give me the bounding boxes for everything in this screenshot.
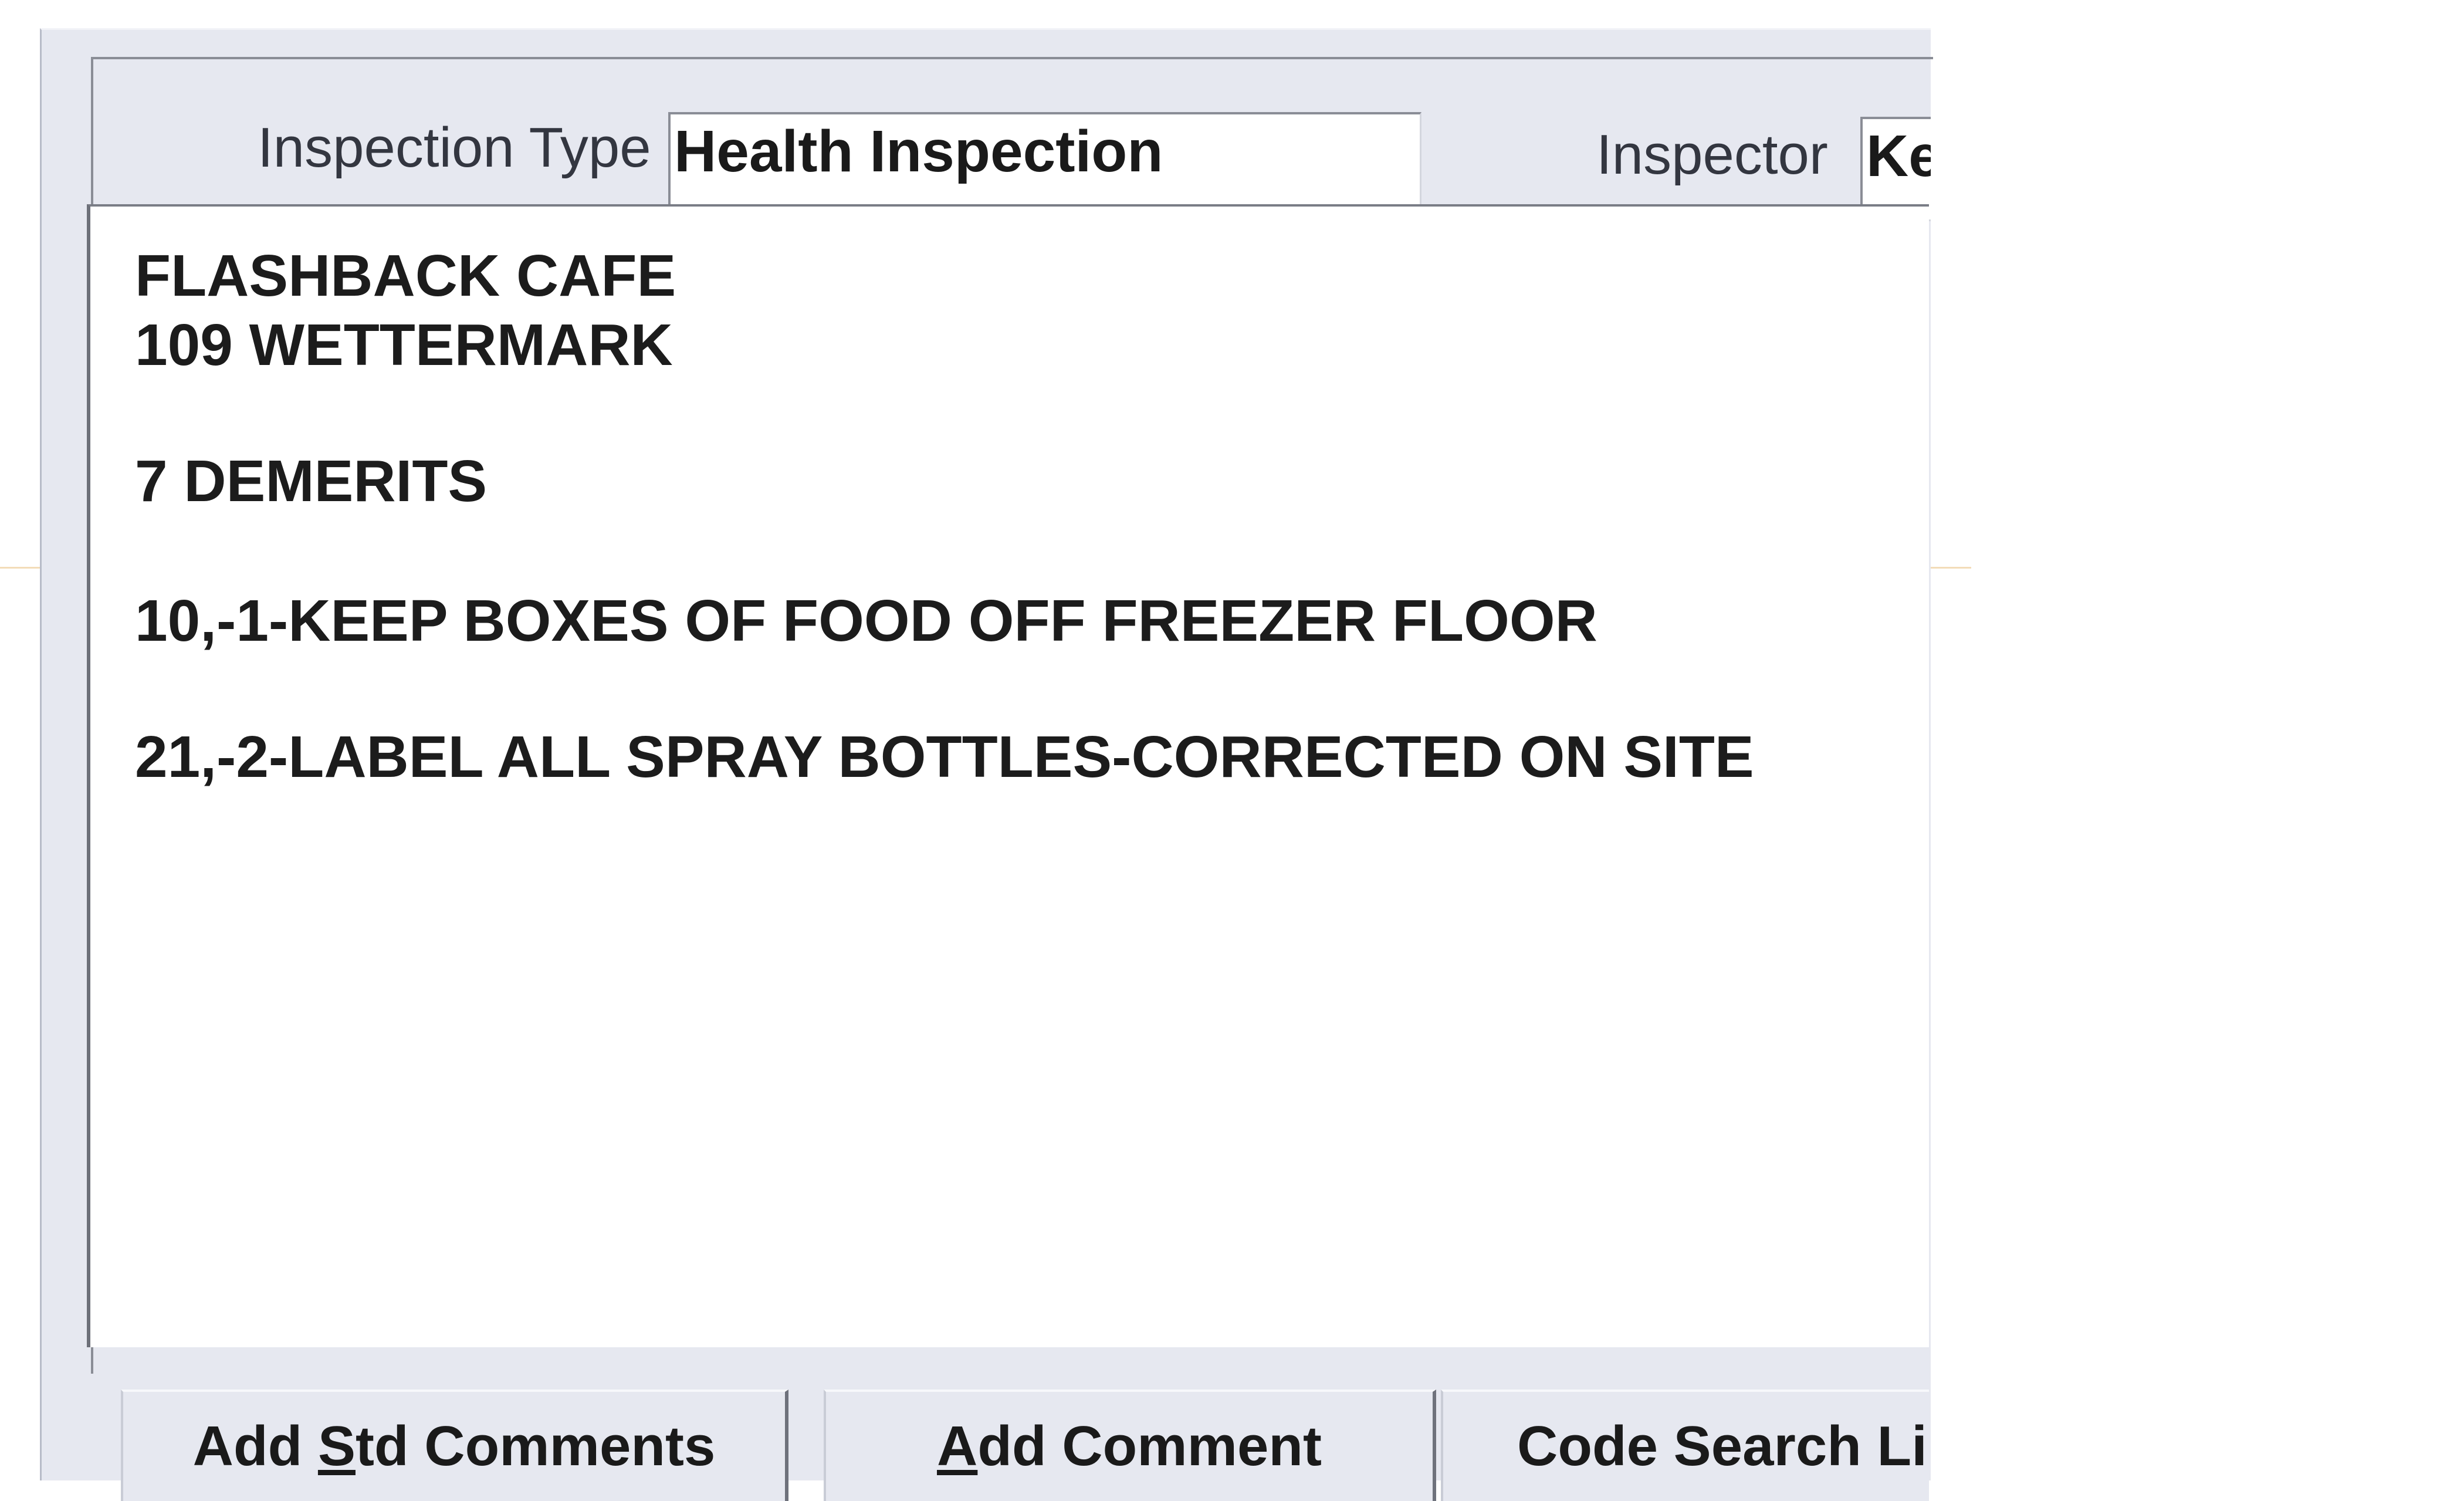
add-comment-label-end: dd Comment bbox=[977, 1415, 1322, 1478]
add-std-comments-button[interactable]: Add Std Comments bbox=[121, 1390, 788, 1501]
code-search-button[interactable]: Code Search Li bbox=[1441, 1390, 1929, 1501]
add-comment-button[interactable]: Add Comment bbox=[824, 1390, 1436, 1501]
comment-line: 7 DEMERITS bbox=[135, 448, 488, 514]
inspection-type-field[interactable]: Health Inspection bbox=[668, 112, 1421, 219]
comment-line: 10,-1-KEEP BOXES OF FOOD OFF FREEZER FLO… bbox=[135, 588, 1597, 654]
comment-line: FLASHBACK CAFE bbox=[135, 243, 676, 309]
inspection-type-label: Inspection Type bbox=[258, 116, 651, 179]
comments-textarea[interactable]: FLASHBACK CAFE 109 WETTERMARK 7 DEMERITS… bbox=[87, 204, 1929, 1347]
add-std-comments-mnemonic: S bbox=[317, 1415, 356, 1478]
inspector-label: Inspector bbox=[1596, 123, 1828, 186]
add-std-comments-label-end: td Comments bbox=[355, 1415, 716, 1478]
code-search-label: Code Search Li bbox=[1517, 1415, 1927, 1478]
add-comment-mnemonic: A bbox=[937, 1415, 978, 1478]
add-std-comments-label-start: Add bbox=[192, 1415, 318, 1478]
comment-line: 21,-2-LABEL ALL SPRAY BOTTLES-CORRECTED … bbox=[135, 724, 1754, 790]
comment-line: 109 WETTERMARK bbox=[135, 312, 673, 378]
